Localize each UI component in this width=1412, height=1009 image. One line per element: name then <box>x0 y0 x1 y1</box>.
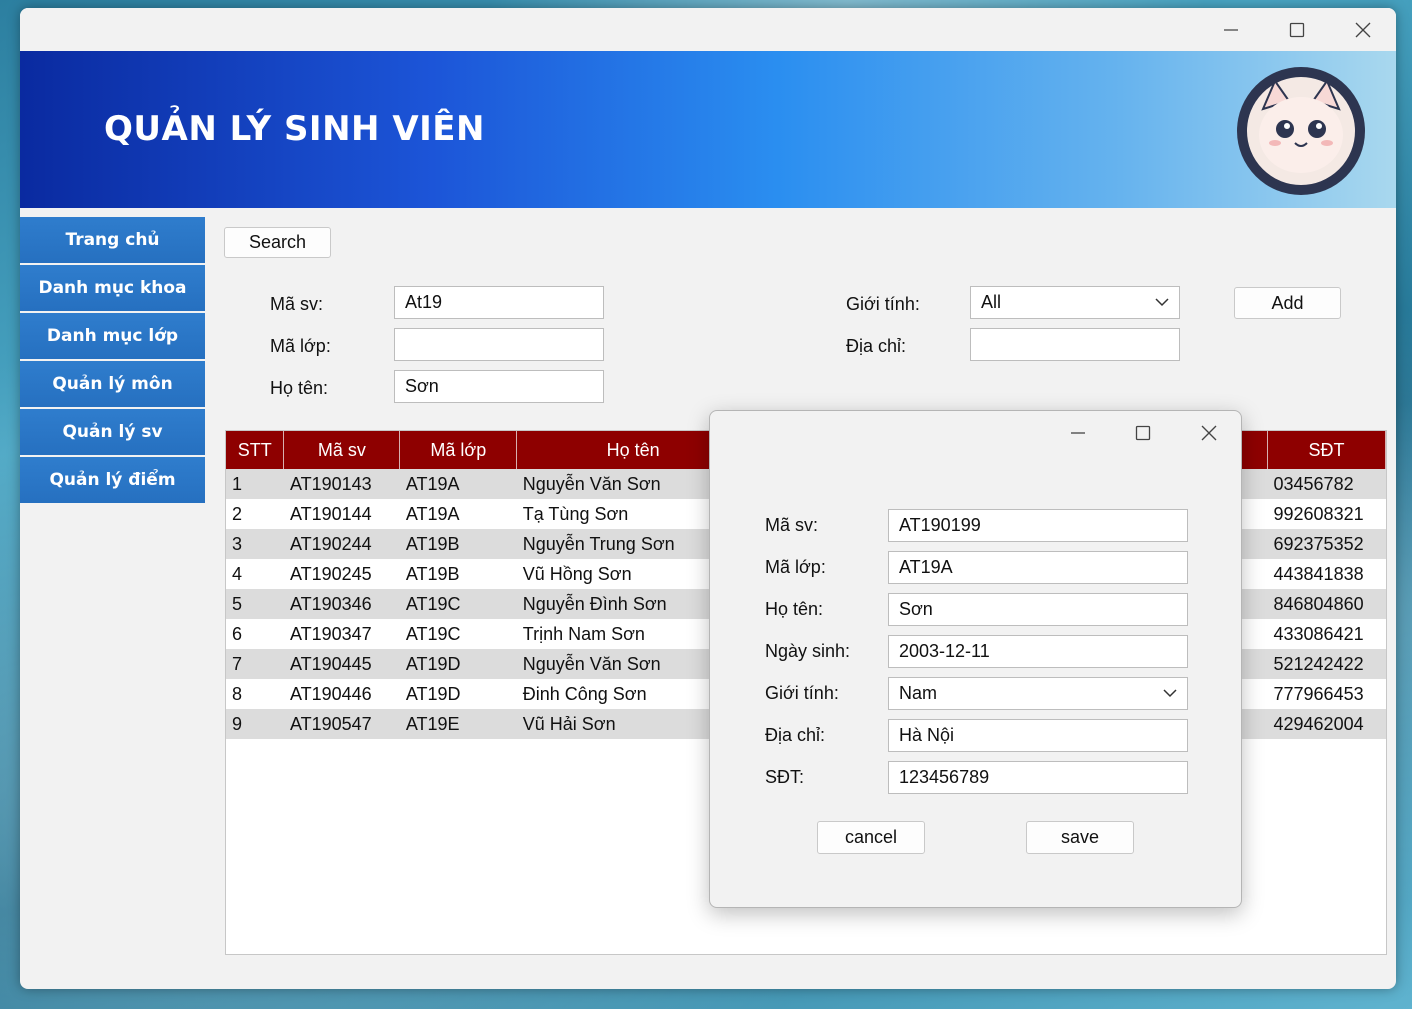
table-cell: AT190143 <box>283 469 400 499</box>
table-cell: 2 <box>226 499 284 529</box>
close-icon[interactable] <box>1330 8 1396 51</box>
table-cell: 7 <box>226 649 284 679</box>
table-cell: 5 <box>226 589 284 619</box>
sidebar-item-danh-muc-khoa[interactable]: Danh mục khoa <box>20 265 205 311</box>
dialog-dia-chi-label: Địa chỉ: <box>765 725 826 745</box>
table-cell: 4 <box>226 559 284 589</box>
gioi-tinh-label: Giới tính: <box>846 294 920 314</box>
table-cell: AT190445 <box>283 649 400 679</box>
table-cell: AT190245 <box>283 559 400 589</box>
table-cell: AT19A <box>399 499 517 529</box>
dialog-ho-ten-input[interactable]: Sơn <box>888 593 1188 626</box>
table-cell: 433086421 <box>1267 619 1386 649</box>
sidebar-item-quan-ly-mon[interactable]: Quản lý môn <box>20 361 205 407</box>
table-cell: 9 <box>226 709 284 739</box>
maximize-icon[interactable] <box>1264 8 1330 51</box>
table-cell: AT19E <box>399 709 517 739</box>
column-header[interactable]: Mã sv <box>283 431 401 469</box>
dialog-ma-lop-label: Mã lớp: <box>765 557 826 577</box>
dialog-ma-lop-input[interactable]: AT19A <box>888 551 1188 584</box>
ma-sv-input[interactable]: At19 <box>394 286 604 319</box>
dialog-sdt-input[interactable]: 123456789 <box>888 761 1188 794</box>
page-title: QUẢN LÝ SINH VIÊN <box>104 109 485 149</box>
column-header[interactable]: SĐT <box>1267 431 1386 469</box>
dialog-gioi-tinh-label: Giới tính: <box>765 683 839 703</box>
table-cell: AT190346 <box>283 589 400 619</box>
dialog-dia-chi-input[interactable]: Hà Nội <box>888 719 1188 752</box>
dia-chi-input[interactable] <box>970 328 1180 361</box>
ho-ten-input[interactable]: Sơn <box>394 370 604 403</box>
table-cell: AT19B <box>399 529 517 559</box>
gioi-tinh-select-value: All <box>981 292 1002 312</box>
sidebar: Trang chủ Danh mục khoa Danh mục lớp Quả… <box>20 217 205 505</box>
ho-ten-label: Họ tên: <box>270 378 329 398</box>
table-cell: AT19C <box>399 619 517 649</box>
table-cell: AT19B <box>399 559 517 589</box>
dialog-ho-ten-label: Họ tên: <box>765 599 824 619</box>
column-header[interactable]: STT <box>226 431 285 469</box>
table-cell: 429462004 <box>1267 709 1386 739</box>
table-cell: AT19C <box>399 589 517 619</box>
table-cell: 992608321 <box>1267 499 1386 529</box>
dialog-ngay-sinh-label: Ngày sinh: <box>765 641 851 661</box>
table-cell: AT190547 <box>283 709 400 739</box>
table-cell: 692375352 <box>1267 529 1386 559</box>
title-bar <box>20 8 1396 51</box>
ma-lop-input[interactable] <box>394 328 604 361</box>
dialog-gioi-tinh-select[interactable]: Nam <box>888 677 1188 710</box>
cat-avatar-icon <box>1237 67 1365 195</box>
dialog-ma-sv-label: Mã sv: <box>765 515 819 535</box>
sidebar-item-trang-chu[interactable]: Trang chủ <box>20 217 205 263</box>
column-header[interactable]: Mã lớp <box>399 431 518 469</box>
table-cell: AT19D <box>399 649 517 679</box>
dialog-ma-sv-input[interactable]: AT190199 <box>888 509 1188 542</box>
add-button[interactable]: Add <box>1234 287 1341 319</box>
table-cell: 846804860 <box>1267 589 1386 619</box>
dialog-maximize-icon[interactable] <box>1110 411 1176 454</box>
table-cell: 8 <box>226 679 284 709</box>
header-banner: QUẢN LÝ SINH VIÊN <box>20 51 1396 208</box>
table-cell: 03456782 <box>1267 469 1386 499</box>
table-cell: 6 <box>226 619 284 649</box>
table-cell: 3 <box>226 529 284 559</box>
table-cell: AT19D <box>399 679 517 709</box>
table-cell: 777966453 <box>1267 679 1386 709</box>
gioi-tinh-select[interactable]: All <box>970 286 1180 319</box>
dia-chi-label: Địa chỉ: <box>846 336 907 356</box>
table-cell: AT190244 <box>283 529 400 559</box>
student-edit-dialog: Mã sv: AT190199 Mã lớp: AT19A Họ tên: Sơ… <box>709 410 1242 908</box>
table-cell: 443841838 <box>1267 559 1386 589</box>
search-button[interactable]: Search <box>224 227 331 258</box>
sidebar-item-quan-ly-sv[interactable]: Quản lý sv <box>20 409 205 455</box>
save-button[interactable]: save <box>1026 821 1134 854</box>
table-cell: AT190446 <box>283 679 400 709</box>
sidebar-item-danh-muc-lop[interactable]: Danh mục lớp <box>20 313 205 359</box>
table-cell: AT190144 <box>283 499 400 529</box>
ma-lop-label: Mã lớp: <box>270 336 331 356</box>
table-cell: AT19A <box>399 469 517 499</box>
chevron-down-icon <box>1155 298 1169 307</box>
dialog-ngay-sinh-input[interactable]: 2003-12-11 <box>888 635 1188 668</box>
ma-sv-label: Mã sv: <box>270 294 324 314</box>
chevron-down-icon <box>1163 689 1177 698</box>
table-cell: AT190347 <box>283 619 400 649</box>
dialog-minimize-icon[interactable] <box>1045 411 1111 454</box>
cancel-button[interactable]: cancel <box>817 821 925 854</box>
table-cell: 521242422 <box>1267 649 1386 679</box>
table-cell: 1 <box>226 469 284 499</box>
sidebar-item-quan-ly-diem[interactable]: Quản lý điểm <box>20 457 205 503</box>
dialog-sdt-label: SĐT: <box>765 767 805 787</box>
dialog-gioi-tinh-value: Nam <box>899 683 938 703</box>
dialog-close-icon[interactable] <box>1176 411 1242 454</box>
minimize-icon[interactable] <box>1198 8 1264 51</box>
